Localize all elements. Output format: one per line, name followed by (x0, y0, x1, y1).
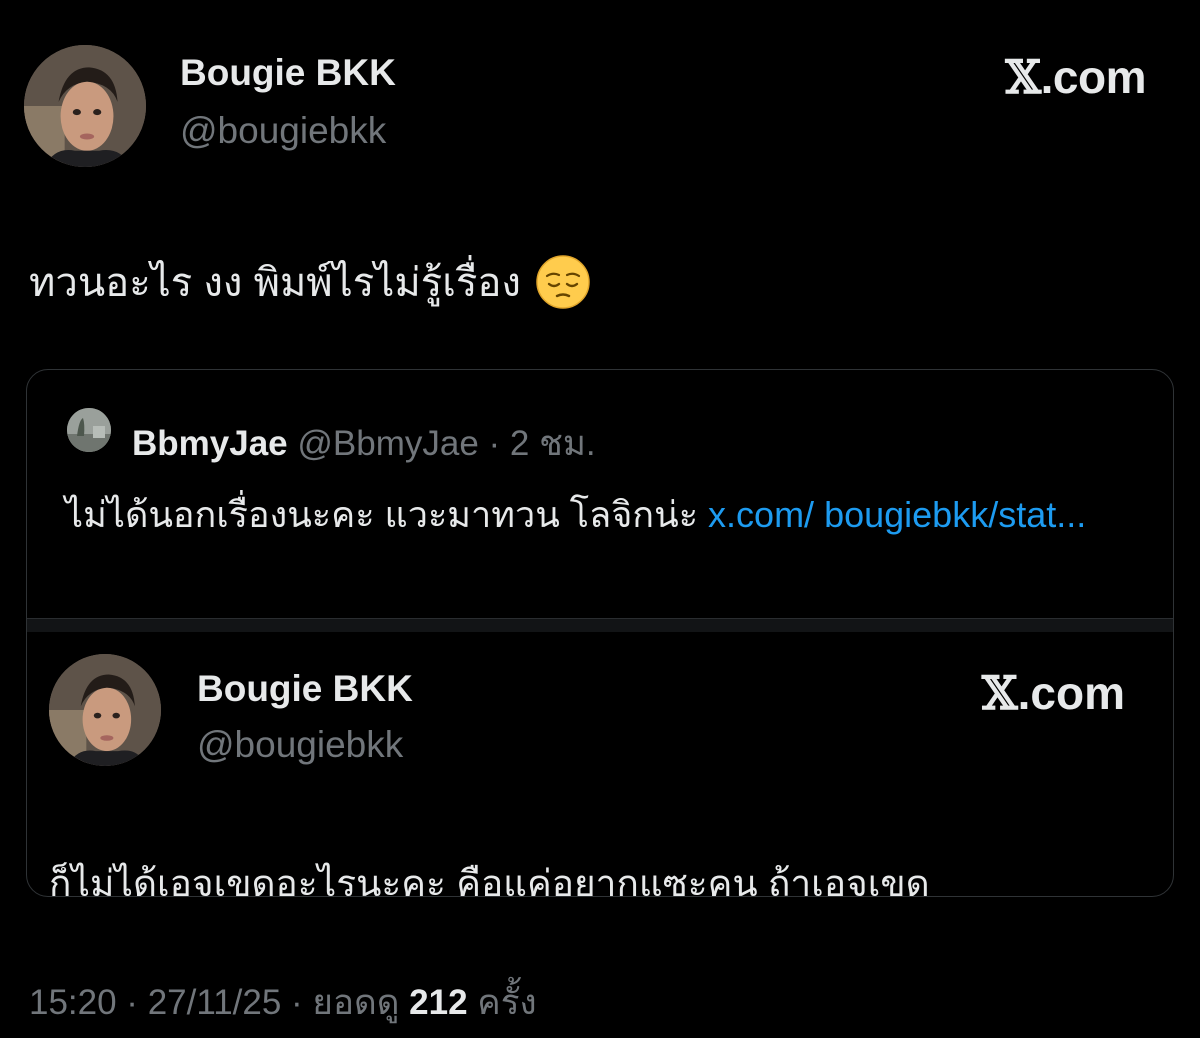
quoted-author-avatar[interactable] (67, 408, 111, 452)
embedded-x-brand-logo: 𝕏.com (982, 666, 1125, 720)
x-brand-logo: 𝕏.com (1005, 50, 1146, 104)
author-display-name[interactable]: Bougie BKK (180, 52, 396, 94)
quoted-author-meta: @BbmyJae · 2 ชม. (287, 424, 596, 463)
quoted-tweet-header: BbmyJae @BbmyJae · 2 ชม. (132, 416, 596, 471)
quoted-avatar-icon (67, 408, 111, 452)
author-handle[interactable]: @bougiebkk (180, 110, 386, 152)
author-avatar[interactable] (24, 45, 146, 167)
quoted-tweet-text: ไม่ได้นอกเรื่องนะคะ แวะมาทวน โลจิกน่ะ x.… (65, 488, 1145, 542)
quoted-status-link[interactable]: x.com/ bougiebkk/stat... (708, 494, 1086, 535)
tweet-timestamp-views: 15:20 · 27/11/25 · ยอดดู 212 ครั้ง (29, 975, 537, 1030)
quoted-author-name[interactable]: BbmyJae (132, 424, 288, 463)
pensive-face-emoji-icon (535, 254, 591, 310)
embedded-handle: @bougiebkk (197, 724, 404, 765)
quoted-text-content: ไม่ได้นอกเรื่องนะคะ แวะมาทวน โลจิกน่ะ (65, 494, 709, 535)
brand-domain: .com (1040, 51, 1147, 103)
embedded-profile-photo-icon (49, 654, 161, 766)
x-logo-icon: 𝕏 (1005, 50, 1041, 104)
quoted-media-divider (27, 618, 1173, 632)
embedded-brand-domain: .com (1017, 667, 1125, 719)
view-count-suffix: ครั้ง (467, 983, 537, 1022)
embedded-x-logo-icon: 𝕏 (981, 666, 1018, 720)
view-count: 212 (409, 983, 468, 1022)
tweet-text: ทวนอะไร งง พิมพ์ไรไม่รู้เรื่อง (29, 250, 591, 314)
quoted-tweet-card[interactable]: BbmyJae @BbmyJae · 2 ชม. ไม่ได้นอกเรื่อง… (26, 369, 1174, 897)
timestamp-date[interactable]: 15:20 · 27/11/25 · ยอดดู (29, 983, 409, 1022)
embedded-tweet-text: ก็ไม่ได้เอจเขดอะไรนะคะ คือแค่อยากแซะคน ถ… (49, 863, 930, 897)
profile-photo-avatar-icon (24, 45, 146, 167)
embedded-display-name: Bougie BKK (197, 668, 413, 709)
tweet-text-content: ทวนอะไร งง พิมพ์ไรไม่รู้เรื่อง (29, 261, 521, 305)
embedded-author-avatar (49, 654, 161, 766)
